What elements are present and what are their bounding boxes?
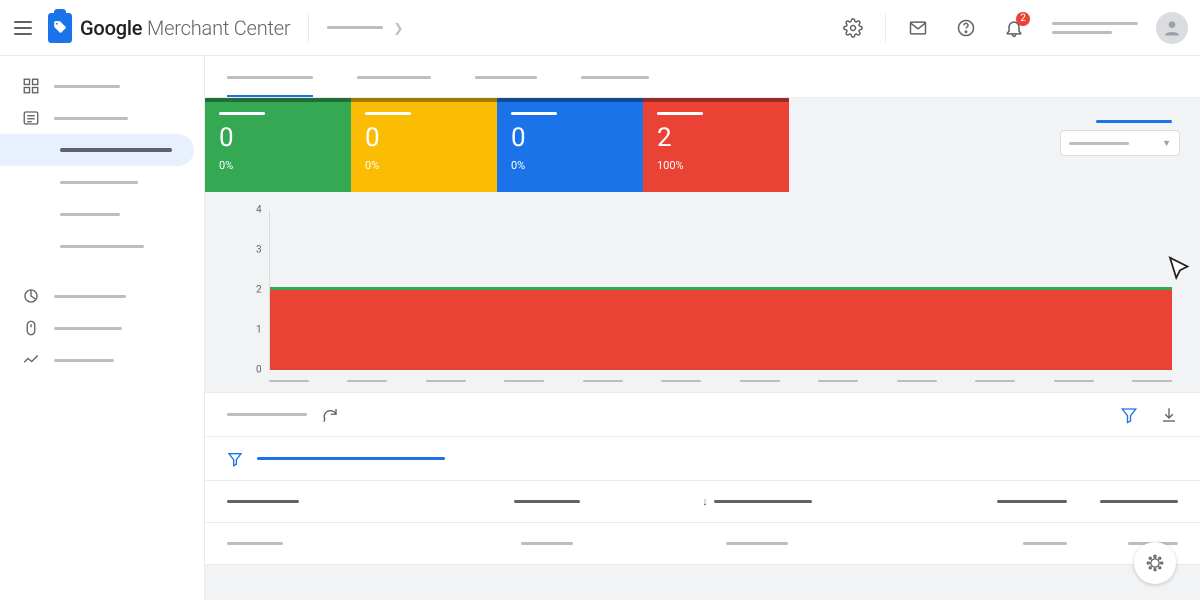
card-value: 0 — [511, 123, 629, 153]
filter-icon[interactable] — [227, 451, 243, 467]
table-header: ↓ — [205, 481, 1200, 523]
area-disapproved — [270, 290, 1172, 370]
destination-dropdown[interactable]: ▼ — [1060, 130, 1180, 156]
inbox-button[interactable] — [898, 8, 938, 48]
mouse-icon — [22, 319, 40, 337]
notification-badge: 2 — [1016, 12, 1030, 26]
sidebar-item-products[interactable] — [0, 102, 194, 134]
filter-button[interactable] — [1120, 406, 1138, 424]
card-percent: 0% — [219, 159, 337, 172]
card-value: 0 — [219, 123, 337, 153]
issues-panel: ↓ — [205, 392, 1200, 565]
notifications-button[interactable]: 2 — [994, 8, 1034, 48]
table-row[interactable] — [205, 523, 1200, 565]
help-button[interactable] — [946, 8, 986, 48]
tab-2[interactable] — [357, 64, 431, 97]
pie-icon — [22, 287, 40, 305]
sidebar-item-sub-4[interactable] — [0, 230, 194, 262]
sidebar-item-performance[interactable] — [0, 280, 194, 312]
status-card-row: 0 0% 0 0% 0 0% 2 — [205, 98, 1200, 192]
refresh-button[interactable] — [321, 406, 339, 424]
active-filter-chip[interactable] — [257, 457, 445, 460]
tab-4[interactable] — [581, 64, 649, 97]
sidebar-item-overview[interactable] — [0, 70, 194, 102]
x-axis — [269, 380, 1172, 382]
card-percent: 0% — [365, 159, 483, 172]
chevron-right-icon: ❯ — [393, 21, 403, 35]
sidebar-item-diagnostics[interactable] — [0, 134, 194, 166]
separator — [885, 14, 886, 42]
card-value: 0 — [365, 123, 483, 153]
download-button[interactable] — [1160, 406, 1178, 424]
app-title: Google Merchant Center — [80, 16, 290, 40]
main-content: 0 0% 0 0% 0 0% 2 — [205, 56, 1200, 600]
line-active — [270, 287, 1172, 290]
sidebar — [0, 56, 205, 600]
sort-desc-icon[interactable]: ↓ — [702, 495, 708, 508]
menu-button[interactable] — [12, 16, 36, 40]
chevron-down-icon: ▼ — [1162, 138, 1171, 149]
action-link[interactable] — [1096, 120, 1172, 123]
separator — [308, 14, 309, 42]
trend-icon — [22, 351, 40, 369]
status-card-active[interactable]: 0 0% — [205, 98, 351, 192]
status-card-pending[interactable]: 0 0% — [351, 98, 497, 192]
sidebar-item-sub-3[interactable] — [0, 198, 194, 230]
tab-1[interactable] — [227, 64, 313, 97]
card-value: 2 — [657, 123, 775, 153]
status-card-expiring[interactable]: 0 0% — [497, 98, 643, 192]
sidebar-item-marketing[interactable] — [0, 312, 194, 344]
feedback-button[interactable] — [1134, 542, 1176, 584]
card-percent: 0% — [511, 159, 629, 172]
card-percent: 100% — [657, 159, 775, 172]
avatar[interactable] — [1156, 12, 1188, 44]
tab-3[interactable] — [475, 64, 537, 97]
app-header: Google Merchant Center ❯ 2 — [0, 0, 1200, 56]
breadcrumb[interactable]: ❯ — [327, 21, 403, 35]
settings-button[interactable] — [833, 8, 873, 48]
tab-bar — [205, 56, 1200, 98]
tag-icon — [48, 13, 72, 43]
list-icon — [22, 109, 40, 127]
dashboard-icon — [22, 77, 40, 95]
status-card-disapproved[interactable]: 2 100% — [643, 98, 789, 192]
app-logo[interactable]: Google Merchant Center — [48, 13, 290, 43]
sidebar-item-sub-2[interactable] — [0, 166, 194, 198]
account-switcher[interactable] — [1052, 22, 1138, 34]
sidebar-item-growth[interactable] — [0, 344, 194, 376]
panel-title — [227, 413, 307, 416]
trend-chart: 4 3 2 1 0 — [205, 192, 1200, 392]
